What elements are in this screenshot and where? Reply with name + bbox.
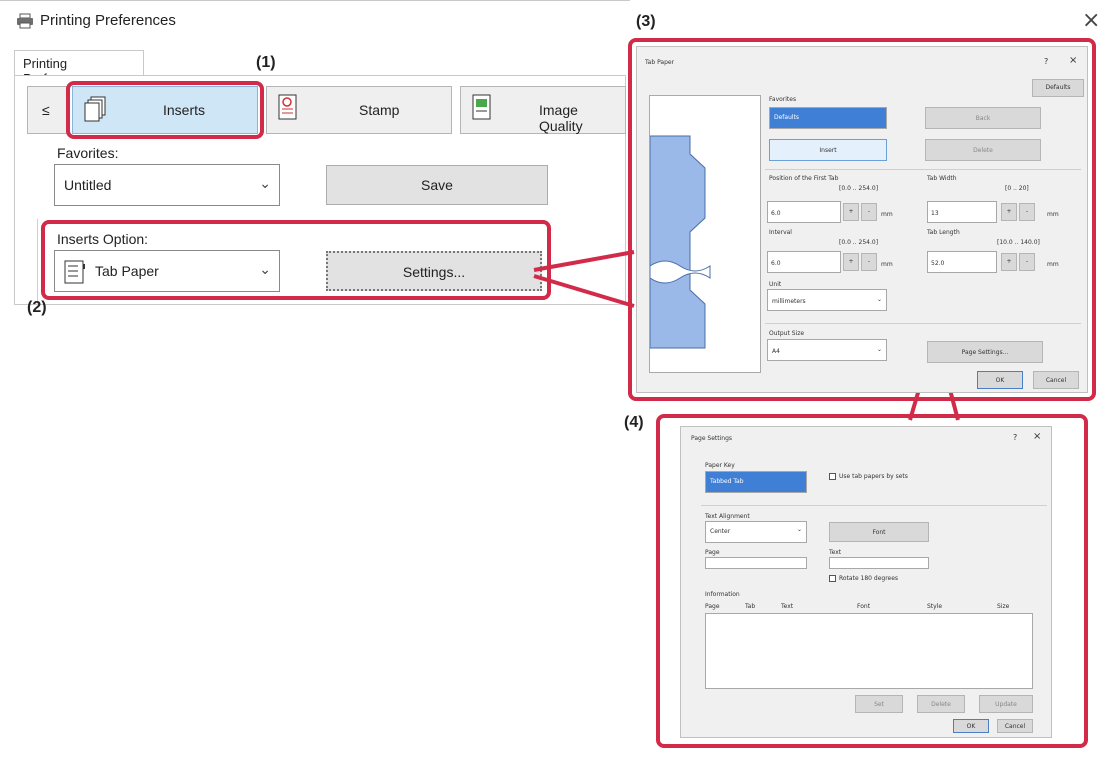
position-minus-button[interactable]: - xyxy=(861,203,877,221)
tab-width-unit: mm xyxy=(1047,211,1059,218)
tab-length-minus-button[interactable]: - xyxy=(1019,253,1035,271)
checkbox-icon xyxy=(829,575,836,582)
divider xyxy=(765,323,1081,324)
column-header: Font xyxy=(857,603,871,610)
information-label: Information xyxy=(705,591,740,598)
rotate-checkbox[interactable]: Rotate 180 degrees xyxy=(829,575,898,582)
back-button[interactable]: Back xyxy=(925,107,1041,129)
paper-key-dropdown[interactable]: Tabbed Tab xyxy=(705,471,807,493)
close-icon[interactable]: × xyxy=(1069,55,1077,66)
ok-button[interactable]: OK xyxy=(953,719,989,733)
use-tab-checkbox[interactable]: Use tab papers by sets xyxy=(829,473,908,480)
ok-button[interactable]: OK xyxy=(977,371,1023,389)
page-label: Page xyxy=(705,549,720,556)
output-size-value: A4 xyxy=(772,348,780,355)
output-size-dropdown[interactable]: A4 ⌄ xyxy=(767,339,887,361)
interval-plus-button[interactable]: + xyxy=(843,253,859,271)
tab-length-unit: mm xyxy=(1047,261,1059,268)
chevron-down-icon: ⌄ xyxy=(876,296,882,303)
delete-button[interactable]: Delete xyxy=(925,139,1041,161)
tab-width-plus-button[interactable]: + xyxy=(1001,203,1017,221)
column-header: Style xyxy=(927,603,943,610)
position-unit: mm xyxy=(881,211,893,218)
set-button[interactable]: Set xyxy=(855,695,903,713)
position-plus-button[interactable]: + xyxy=(843,203,859,221)
tab-width-minus-button[interactable]: - xyxy=(1019,203,1035,221)
paper-key-label: Paper Key xyxy=(705,462,735,469)
help-icon[interactable]: ? xyxy=(1013,433,1017,442)
information-header: Page Tab Text Font Style Size xyxy=(705,603,1033,613)
unit-label: Unit xyxy=(769,281,782,288)
interval-range: [0.0 .. 254.0] xyxy=(839,239,879,246)
tab-width-input[interactable]: 13 xyxy=(927,201,997,223)
tab-width-label: Tab Width xyxy=(927,175,957,182)
step-3-label: (3) xyxy=(636,13,656,30)
delete-button[interactable]: Delete xyxy=(917,695,965,713)
close-icon[interactable]: × xyxy=(1033,431,1041,442)
favorites-value: Defaults xyxy=(774,114,800,121)
unit-dropdown[interactable]: millimeters ⌄ xyxy=(767,289,887,311)
interval-unit: mm xyxy=(881,261,893,268)
cancel-button[interactable]: Cancel xyxy=(997,719,1033,733)
text-alignment-dropdown[interactable]: Center ⌄ xyxy=(705,521,807,543)
page-input[interactable] xyxy=(705,557,807,569)
position-label: Position of the First Tab xyxy=(769,175,839,182)
tab-length-range: [10.0 .. 140.0] xyxy=(997,239,1040,246)
tab-paper-dialog: Tab Paper ? × Defaults Favorites Default… xyxy=(636,46,1088,393)
column-header: Text xyxy=(781,603,794,610)
cancel-button[interactable]: Cancel xyxy=(1033,371,1079,389)
text-input[interactable] xyxy=(829,557,929,569)
page-settings-title: Page Settings xyxy=(691,435,733,442)
interval-input[interactable]: 6.0 xyxy=(767,251,841,273)
insert-button[interactable]: Insert xyxy=(769,139,887,161)
tab-length-plus-button[interactable]: + xyxy=(1001,253,1017,271)
text-alignment-label: Text Alignment xyxy=(705,513,750,520)
step-4-label: (4) xyxy=(624,414,644,431)
tab-length-input[interactable]: 52.0 xyxy=(927,251,997,273)
tab-length-label: Tab Length xyxy=(927,229,960,236)
position-range: [0.0 .. 254.0] xyxy=(839,185,879,192)
text-label: Text xyxy=(829,549,842,556)
column-header: Page xyxy=(705,603,720,610)
tab-preview xyxy=(649,95,761,373)
help-icon[interactable]: ? xyxy=(1044,57,1048,66)
page-settings-dialog: Page Settings ? × Paper Key Tabbed Tab U… xyxy=(680,426,1052,738)
interval-label: Interval xyxy=(769,229,792,236)
divider xyxy=(765,169,1081,170)
tab-paper-title: Tab Paper xyxy=(645,59,675,66)
interval-minus-button[interactable]: - xyxy=(861,253,877,271)
defaults-button[interactable]: Defaults xyxy=(1032,79,1084,97)
tab-preview-graphic xyxy=(649,135,711,349)
tab-width-range: [0 .. 20] xyxy=(1005,185,1029,192)
unit-value: millimeters xyxy=(772,298,806,305)
chevron-down-icon: ⌄ xyxy=(796,526,802,533)
divider xyxy=(701,505,1047,506)
page-settings-button[interactable]: Page Settings... xyxy=(927,341,1043,363)
rotate-label: Rotate 180 degrees xyxy=(839,575,899,582)
column-header: Size xyxy=(997,603,1010,610)
column-header: Tab xyxy=(745,603,756,610)
output-size-label: Output Size xyxy=(769,330,805,337)
text-alignment-value: Center xyxy=(710,528,731,535)
checkbox-icon xyxy=(829,473,836,480)
information-list[interactable] xyxy=(705,613,1033,689)
chevron-down-icon: ⌄ xyxy=(876,346,882,353)
position-input[interactable]: 6.0 xyxy=(767,201,841,223)
font-button[interactable]: Font xyxy=(829,522,929,542)
update-button[interactable]: Update xyxy=(979,695,1033,713)
favorites-dropdown[interactable]: Defaults xyxy=(769,107,887,129)
use-tab-label: Use tab papers by sets xyxy=(839,473,908,480)
paper-key-value: Tabbed Tab xyxy=(710,478,744,485)
favorites-label: Favorites xyxy=(769,96,797,103)
